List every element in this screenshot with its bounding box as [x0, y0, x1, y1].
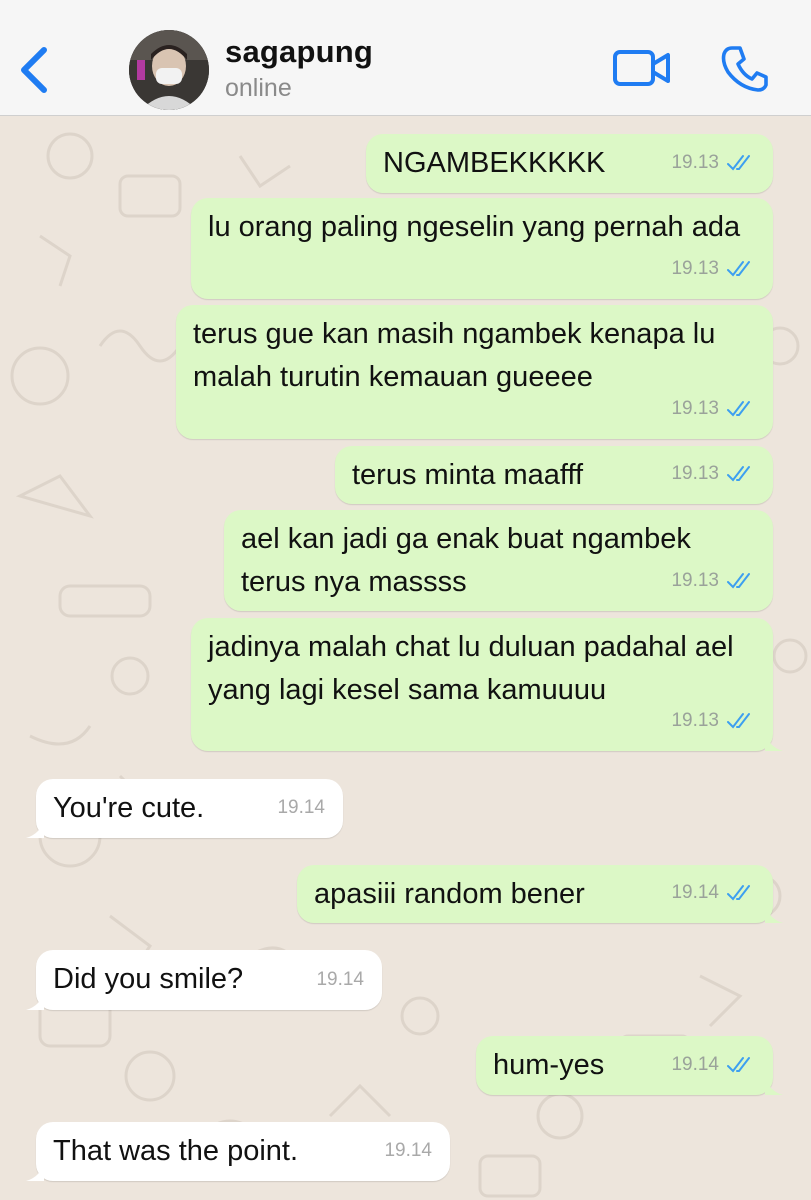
phone-icon	[721, 46, 768, 92]
bubble-tail	[765, 1077, 783, 1095]
message-text: That was the point.	[53, 1135, 299, 1167]
video-camera-icon	[613, 50, 670, 86]
double-check-icon	[727, 154, 750, 171]
message-bubble-incoming[interactable]: Did you smile? 19.14	[26, 950, 382, 1010]
message-bubble-outgoing[interactable]: hum-yes 19.14	[476, 1036, 783, 1095]
bubble-tail	[26, 820, 44, 838]
chat-header: sagapung online	[0, 0, 811, 116]
message-bubble-outgoing[interactable]: terus gue kan masih ngambek kenapa lu ma…	[176, 305, 773, 439]
message-time: 19.14	[277, 797, 325, 818]
bubble-tail	[26, 1163, 44, 1181]
message-time: 19.13	[671, 463, 719, 484]
message-time: 19.13	[671, 258, 719, 279]
message-bubble-outgoing[interactable]: jadinya malah chat lu duluan padahal ael…	[191, 618, 783, 751]
double-check-icon	[727, 712, 750, 729]
message-meta: 19.14	[671, 1043, 755, 1086]
message-time: 19.14	[671, 1054, 719, 1075]
double-check-icon	[727, 884, 750, 901]
double-check-icon	[727, 260, 750, 277]
message-bubble-outgoing[interactable]: NGAMBEKKKKK 19.13	[366, 134, 773, 193]
message-bubble-incoming[interactable]: You're cute. 19.14	[26, 779, 343, 838]
message-meta: 19.14	[384, 1129, 432, 1172]
bubble-tail	[26, 992, 44, 1010]
double-check-icon	[727, 572, 750, 589]
avatar[interactable]	[129, 30, 209, 110]
message-meta: 19.14	[671, 871, 755, 914]
back-button[interactable]	[14, 44, 54, 96]
message-bubble-incoming[interactable]: That was the point. 19.14	[26, 1122, 450, 1181]
message-meta: 19.14	[316, 958, 364, 1001]
message-meta: 19.13	[671, 559, 755, 602]
chevron-left-icon	[21, 47, 47, 93]
message-text: lu orang paling ngeselin yang pernah ada	[208, 211, 741, 243]
message-bubble-outgoing[interactable]: ael kan jadi ga enak buat ngambek terus …	[224, 510, 773, 611]
double-check-icon	[727, 465, 750, 482]
message-meta: 19.13	[671, 699, 755, 742]
message-time: 19.13	[671, 710, 719, 731]
message-time: 19.14	[384, 1140, 432, 1161]
message-time: 19.14	[316, 969, 364, 990]
message-time: 19.13	[671, 570, 719, 591]
message-time: 19.13	[671, 398, 719, 419]
message-meta: 19.13	[671, 452, 755, 495]
message-meta: 19.14	[277, 786, 325, 829]
message-bubble-outgoing[interactable]: lu orang paling ngeselin yang pernah ada…	[191, 198, 773, 299]
contact-status: online	[225, 74, 292, 102]
message-meta: 19.13	[671, 141, 755, 184]
message-bubble-outgoing[interactable]: terus minta maafff 19.13	[335, 446, 773, 504]
video-call-button[interactable]	[612, 48, 672, 88]
message-time: 19.13	[671, 152, 719, 173]
message-meta: 19.13	[671, 387, 755, 430]
bubble-tail	[765, 905, 783, 923]
double-check-icon	[727, 1056, 750, 1073]
bubble-tail	[765, 733, 783, 751]
message-time: 19.14	[671, 882, 719, 903]
message-bubble-outgoing[interactable]: apasiii random bener 19.14	[297, 865, 783, 923]
voice-call-button[interactable]	[720, 44, 770, 92]
double-check-icon	[727, 400, 750, 417]
contact-name[interactable]: sagapung	[225, 34, 373, 70]
message-meta: 19.13	[671, 247, 755, 290]
